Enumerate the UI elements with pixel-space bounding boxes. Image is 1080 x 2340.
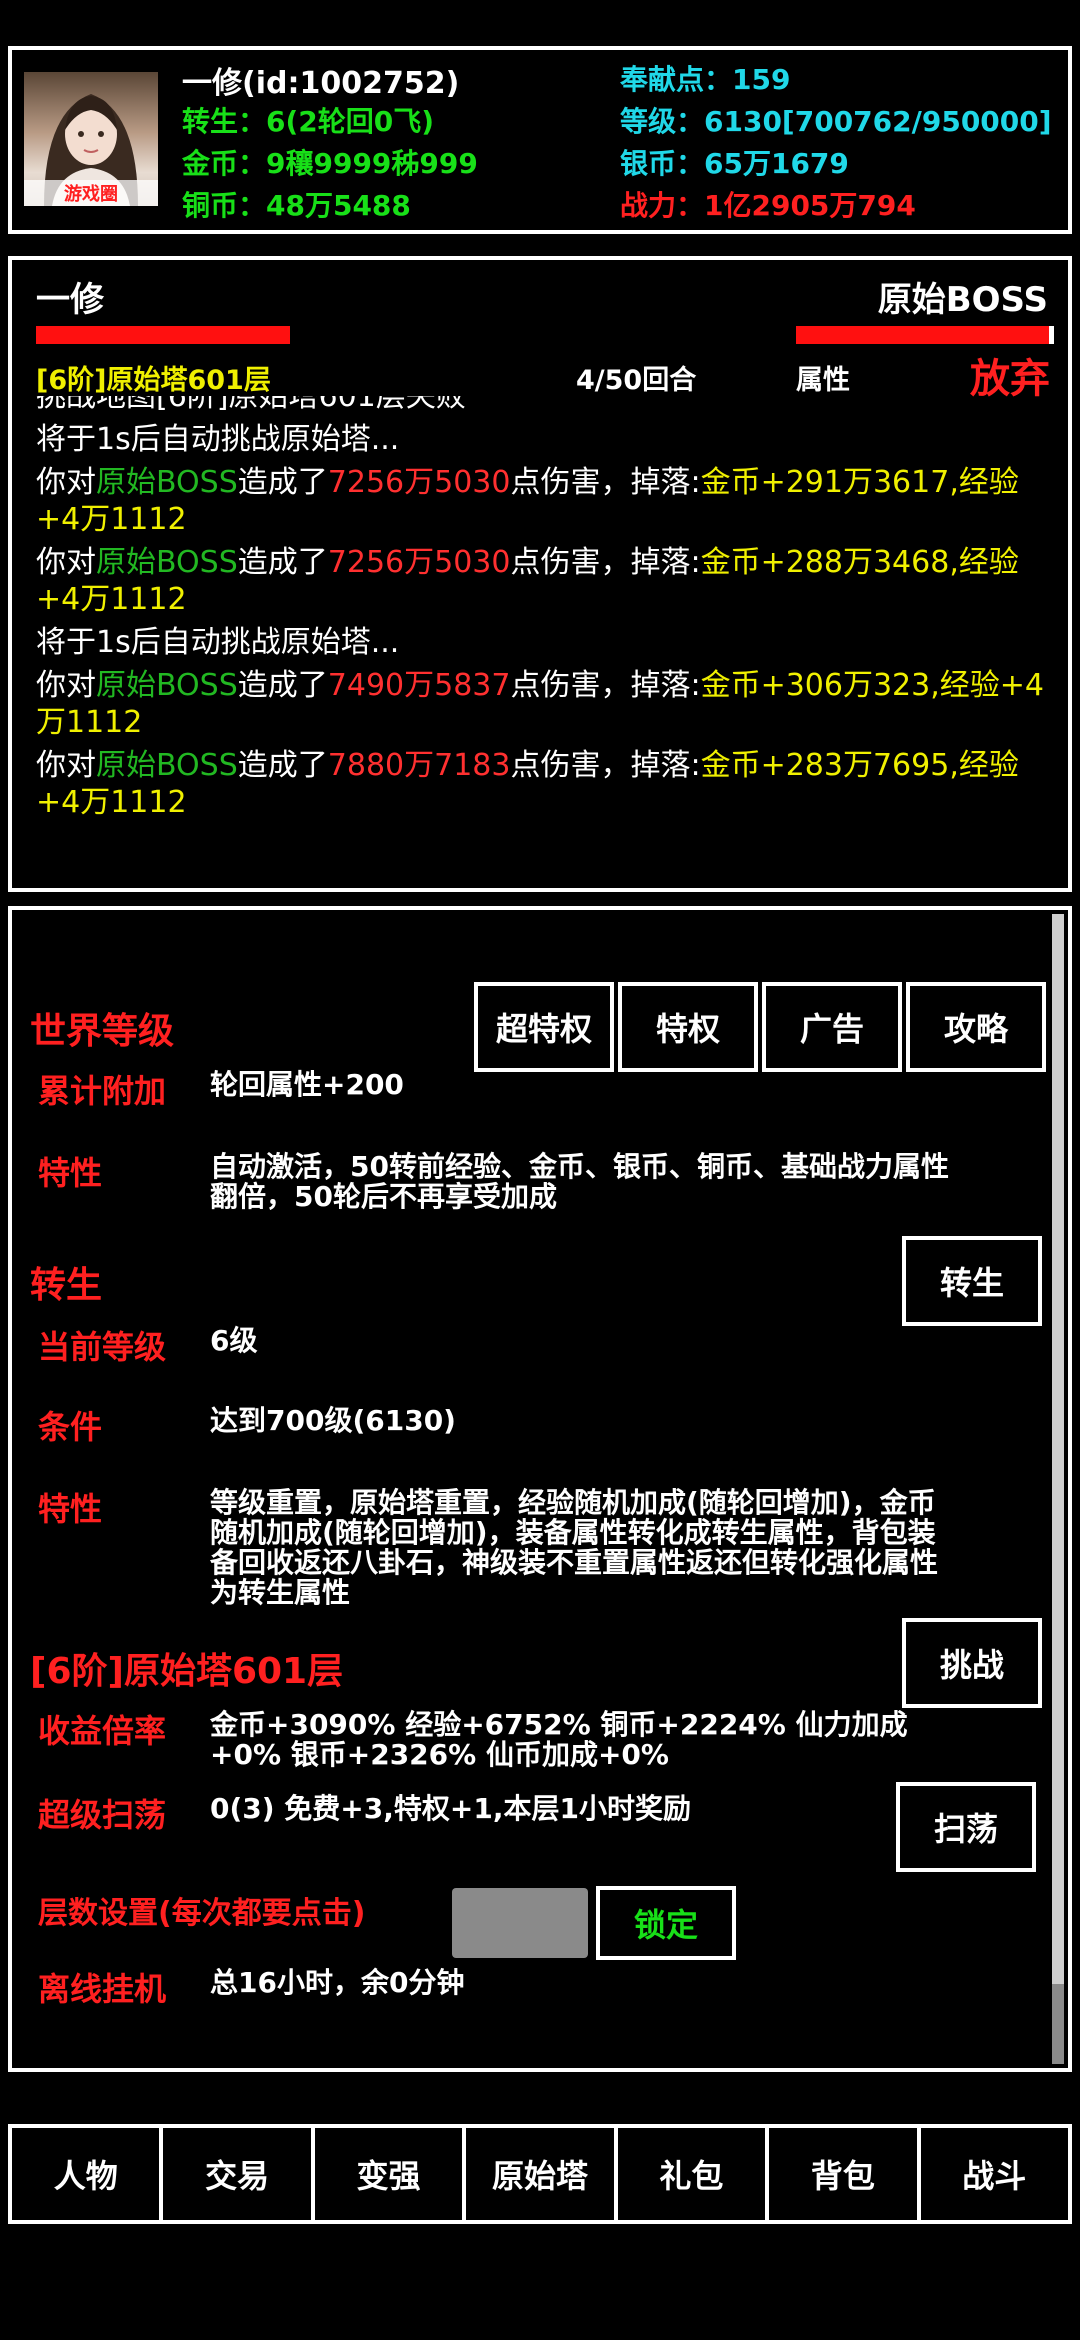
world-trait-value: 自动激活，50转前经验、金币、银币、铜币、基础战力属性翻倍，50轮后不再享受加成 [210,1150,949,1213]
log-target: 原始BOSS [96,748,238,783]
scrollbar-track[interactable] [1052,914,1064,2064]
log-suffix: 点伤害，掉落: [510,668,701,703]
log-line-partial: 挑战地图[6阶]原始塔601层失败 [36,396,466,414]
player-name-id: 一修(id:1002752) [182,66,460,101]
ads-button[interactable]: 广告 [762,982,902,1072]
yield-rate-label: 收益倍率 [38,1712,167,1750]
log-mid: 造成了 [237,668,328,703]
current-level-value: 6级 [210,1324,258,1357]
log-damage: 7256万5030 [327,545,511,580]
log-suffix: 点伤害，掉落: [510,465,701,500]
player-hp-bar [36,326,290,344]
tab-primal-tower[interactable]: 原始塔 [462,2124,618,2224]
log-damage: 7490万5837 [327,668,511,703]
yield-rate-value: 金币+3090% 经验+6752% 铜币+2224% 仙力加成+0% 银币+23… [210,1708,908,1771]
log-target: 原始BOSS [96,465,238,500]
tab-gift-pack[interactable]: 礼包 [613,2124,770,2224]
scrollbar-thumb[interactable] [1052,1984,1064,2064]
rebirth-title: 转生 [30,1265,103,1306]
super-privilege-button[interactable]: 超特权 [474,982,614,1072]
enemy-hp-fill [796,326,1049,344]
condition-label: 条件 [38,1408,103,1446]
log-line-damage: 你对原始BOSS造成了7256万5030点伤害，掉落:金币+291万3617,经… [36,464,1052,538]
log-line-damage: 你对原始BOSS造成了7256万5030点伤害，掉落:金币+288万3468,经… [36,544,1052,618]
log-prefix: 你对 [36,668,96,703]
battle-player-name: 一修 [36,280,104,320]
cumulative-bonus-value: 轮回属性+200 [210,1068,404,1101]
privilege-button[interactable]: 特权 [618,982,758,1072]
copper-amount: 铜币：48万5488 [182,189,411,222]
silver-amount: 银币：65万1679 [620,147,849,180]
offline-idle-value: 总16小时，余0分钟 [210,1966,465,1999]
super-sweep-value: 0(3) 免费+3,特权+1,本层1小时奖励 [210,1792,691,1825]
player-hp-fill [36,326,290,344]
world-trait-label: 特性 [38,1154,103,1192]
log-line-damage: 你对原始BOSS造成了7880万7183点伤害，掉落:金币+283万7695,经… [36,747,1052,821]
log-line-auto: 将于1s后自动挑战原始塔... [36,422,400,457]
rebirth-trait-label: 特性 [38,1490,103,1528]
challenge-button[interactable]: 挑战 [902,1618,1042,1708]
log-prefix: 你对 [36,748,96,783]
tower-title: [6阶]原始塔601层 [30,1651,344,1692]
profile-panel: 游戏圈 一修(id:1002752) 转生：6(2轮回0飞) 金币：9穰9999… [8,46,1072,234]
tab-backpack[interactable]: 背包 [765,2124,921,2224]
log-damage: 7880万7183 [327,748,511,783]
battle-round: 4/50回合 [576,365,697,396]
tab-strengthen[interactable]: 变强 [310,2124,467,2224]
player-level: 等级：6130[700762/950000] [620,105,1052,138]
battle-panel: 一修 原始BOSS [6阶]原始塔601层 4/50回合 属性 放弃 挑战地图[… [8,256,1072,892]
current-level-label: 当前等级 [38,1328,167,1366]
log-mid: 造成了 [237,545,328,580]
floor-input[interactable] [452,1888,588,1958]
battle-stage: [6阶]原始塔601层 [36,365,271,396]
offline-idle-label: 离线挂机 [38,1970,167,2008]
log-damage: 7256万5030 [327,465,511,500]
condition-value: 达到700级(6130) [210,1404,456,1437]
log-prefix: 你对 [36,465,96,500]
main-panel: 超特权 特权 广告 攻略 世界等级 累计附加 轮回属性+200 特性 自动激活，… [8,906,1072,2072]
log-line-auto: 将于1s后自动挑战原始塔... [36,625,400,660]
log-prefix: 你对 [36,545,96,580]
bottom-tab-bar: 人物 交易 变强 原始塔 礼包 背包 战斗 [8,2124,1072,2224]
lock-button[interactable]: 锁定 [596,1886,736,1960]
log-suffix: 点伤害，掉落: [510,545,701,580]
rebirth-trait-value: 等级重置，原始塔重置，经验随机加成(随轮回增加)，金币随机加成(随轮回增加)，装… [210,1486,939,1609]
rebirth-count: 转生：6(2轮回0飞) [182,105,435,138]
attribute-button[interactable]: 属性 [796,358,850,397]
avatar[interactable]: 游戏圈 [24,72,158,206]
avatar-caption: 游戏圈 [24,180,158,206]
log-line-damage: 你对原始BOSS造成了7490万5837点伤害，掉落:金币+306万323,经验… [36,667,1052,741]
tab-battle[interactable]: 战斗 [916,2124,1072,2224]
world-level-title: 世界等级 [30,1011,175,1052]
log-suffix: 点伤害，掉落: [510,748,701,783]
tab-trade[interactable]: 交易 [159,2124,315,2224]
log-target: 原始BOSS [96,545,238,580]
enemy-hp-bar [796,326,1054,344]
super-sweep-label: 超级扫荡 [38,1796,167,1834]
log-mid: 造成了 [237,748,328,783]
floor-setting-label: 层数设置(每次都要点击) [38,1896,366,1931]
cumulative-bonus-label: 累计附加 [38,1072,167,1110]
battle-log[interactable]: 挑战地图[6阶]原始塔601层失败 将于1s后自动挑战原始塔... 你对原始BO… [36,396,1052,886]
tab-character[interactable]: 人物 [8,2124,164,2224]
combat-power: 战力：1亿2905万794 [620,189,916,222]
gold-amount: 金币：9穰9999秭999 [182,147,478,180]
guide-button[interactable]: 攻略 [906,982,1046,1072]
sweep-button[interactable]: 扫荡 [896,1782,1036,1872]
battle-enemy-name: 原始BOSS [877,280,1048,320]
log-mid: 造成了 [237,465,328,500]
contribution-points: 奉献点：159 [620,63,791,96]
log-target: 原始BOSS [96,668,238,703]
rebirth-button[interactable]: 转生 [902,1236,1042,1326]
